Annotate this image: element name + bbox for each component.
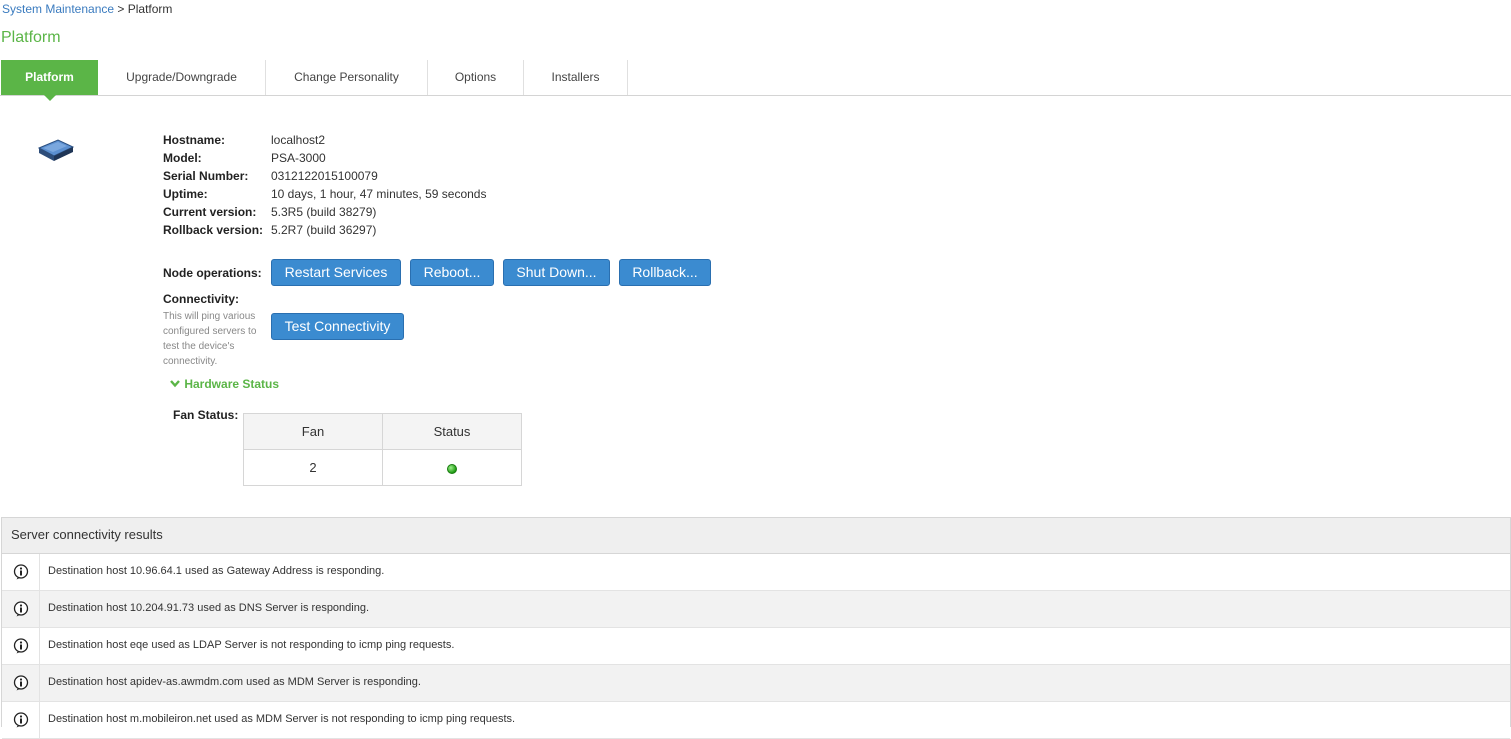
- rollback-version-label: Rollback version:: [163, 223, 264, 237]
- result-icon-cell: [2, 702, 40, 738]
- list-item: Destination host 10.96.64.1 used as Gate…: [2, 554, 1510, 591]
- breadcrumb-current: Platform: [127, 2, 173, 16]
- info-icon: [13, 564, 29, 580]
- results-list: Destination host 10.96.64.1 used as Gate…: [2, 554, 1510, 739]
- connectivity-label: Connectivity:: [163, 292, 240, 306]
- node-operations-label: Node operations:: [163, 266, 262, 280]
- fan-column-header: Fan: [243, 413, 383, 450]
- shut-down-button[interactable]: Shut Down...: [503, 259, 610, 286]
- page-title: Platform: [1, 29, 61, 46]
- breadcrumb-separator: >: [114, 2, 128, 16]
- result-text: Destination host apidev-as.awmdm.com use…: [48, 676, 421, 688]
- info-icon: [13, 675, 29, 691]
- table-row: 2: [243, 449, 522, 486]
- serial-number-label: Serial Number:: [163, 169, 249, 183]
- results-header: Server connectivity results: [2, 518, 1510, 554]
- restart-services-button[interactable]: Restart Services: [271, 259, 401, 286]
- status-ok-icon: [447, 463, 457, 474]
- list-item: Destination host m.mobileiron.net used a…: [2, 702, 1510, 739]
- uptime-label: Uptime:: [163, 187, 208, 201]
- tab-options[interactable]: Options: [428, 60, 524, 95]
- hostname-label: Hostname:: [163, 133, 226, 147]
- result-icon-cell: [2, 665, 40, 701]
- server-connectivity-results: Server connectivity results Destination …: [1, 517, 1511, 739]
- test-connectivity-button[interactable]: Test Connectivity: [271, 313, 404, 340]
- server-appliance-icon: [37, 139, 75, 161]
- list-item: Destination host eqe used as LDAP Server…: [2, 628, 1510, 665]
- rollback-version-value: 5.2R7 (build 36297): [271, 223, 377, 237]
- breadcrumb: System Maintenance > Platform: [2, 2, 172, 16]
- fan-status-label: Fan Status:: [173, 408, 239, 422]
- info-icon: [13, 712, 29, 728]
- result-text: Destination host m.mobileiron.net used a…: [48, 713, 516, 725]
- rollback-button[interactable]: Rollback...: [619, 259, 711, 286]
- chevron-down-icon: [170, 380, 180, 388]
- model-value: PSA-3000: [271, 151, 326, 165]
- current-version-value: 5.3R5 (build 38279): [271, 205, 377, 219]
- tab-bar: Platform Upgrade/Downgrade Change Person…: [0, 60, 1511, 101]
- fan-number-cell: 2: [243, 449, 383, 486]
- uptime-value: 10 days, 1 hour, 47 minutes, 59 seconds: [271, 187, 487, 201]
- tab-platform[interactable]: Platform: [1, 60, 98, 101]
- tab-upgrade-downgrade[interactable]: Upgrade/Downgrade: [98, 60, 266, 95]
- status-column-header: Status: [382, 413, 522, 450]
- current-version-label: Current version:: [163, 205, 257, 219]
- connectivity-help-text: This will ping various configured server…: [163, 311, 257, 367]
- serial-number-value: 0312122015100079: [271, 169, 378, 183]
- list-item: Destination host apidev-as.awmdm.com use…: [2, 665, 1510, 702]
- model-label: Model:: [163, 151, 202, 165]
- info-icon: [13, 601, 29, 617]
- hardware-status-toggle[interactable]: Hardware Status: [169, 377, 279, 391]
- result-text: Destination host 10.96.64.1 used as Gate…: [48, 565, 385, 577]
- tab-installers[interactable]: Installers: [524, 60, 628, 95]
- fan-status-table: Fan Status 2: [243, 413, 522, 486]
- breadcrumb-link-system-maintenance[interactable]: System Maintenance: [2, 2, 114, 16]
- hostname-value: localhost2: [271, 133, 326, 147]
- info-icon: [13, 638, 29, 654]
- fan-status-cell: [382, 449, 522, 486]
- reboot-button[interactable]: Reboot...: [410, 259, 494, 286]
- result-text: Destination host eqe used as LDAP Server…: [48, 639, 455, 651]
- result-text: Destination host 10.204.91.73 used as DN…: [48, 602, 370, 614]
- result-icon-cell: [2, 554, 40, 590]
- hardware-status-label: Hardware Status: [184, 377, 280, 391]
- result-icon-cell: [2, 591, 40, 627]
- list-item: Destination host 10.204.91.73 used as DN…: [2, 591, 1510, 628]
- tab-change-personality[interactable]: Change Personality: [266, 60, 428, 95]
- result-icon-cell: [2, 628, 40, 664]
